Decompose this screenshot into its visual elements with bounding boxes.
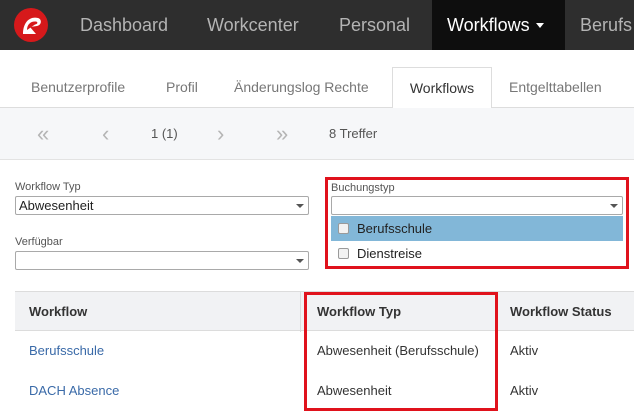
prev-page-icon[interactable]: ‹ [102,108,109,160]
header-workflow-status[interactable]: Workflow Status [510,292,612,332]
next-page-icon[interactable]: › [217,108,224,160]
tab-benutzerprofile[interactable]: Benutzerprofile [31,67,125,108]
dropdown-arrow-icon [296,259,304,263]
first-page-icon[interactable]: « [37,108,49,160]
nav-berufs[interactable]: Berufs [580,0,632,50]
highlight-box-workflow-typ [304,292,498,411]
nav-dashboard[interactable]: Dashboard [80,0,168,50]
top-navbar: Dashboard Workcenter Personal Workflows … [0,0,634,50]
verfuegbar-select[interactable] [15,251,309,270]
page-indicator: 1 (1) [151,126,178,141]
column-divider [300,292,301,332]
workflow-status-cell: Aktiv [510,383,539,398]
page: Dashboard Workcenter Personal Workflows … [0,0,634,411]
workflow-typ-value: Abwesenheit [19,198,94,213]
workflow-typ-select[interactable]: Abwesenheit [15,196,309,215]
hit-count: 8 Treffer [329,126,378,141]
highlight-box-buchungstyp [325,177,629,269]
nav-workflows[interactable]: Workflows [432,0,565,50]
nav-workcenter[interactable]: Workcenter [207,0,299,50]
nav-personal[interactable]: Personal [339,0,410,50]
tab-bar: Benutzerprofile Profil Änderungslog Rech… [0,67,634,109]
tab-profil[interactable]: Profil [166,67,198,108]
tab-aenderungslog-rechte[interactable]: Änderungslog Rechte [234,67,369,108]
tab-entgelttabellen[interactable]: Entgelttabellen [509,67,602,108]
workflow-typ-label: Workflow Typ [15,181,81,193]
dropdown-arrow-icon [296,204,304,208]
workflow-status-cell: Aktiv [510,343,539,358]
workflow-link[interactable]: DACH Absence [29,371,119,411]
workflow-link[interactable]: Berufsschule [29,331,104,371]
verfuegbar-label: Verfügbar [15,236,63,248]
header-workflow[interactable]: Workflow [29,292,87,332]
caret-down-icon [535,22,544,28]
last-page-icon[interactable]: » [276,108,288,160]
tab-workflows[interactable]: Workflows [392,67,492,109]
company-logo[interactable] [14,8,48,42]
pager-bar: « ‹ 1 (1) › » 8 Treffer [0,108,634,160]
nav-workflows-label: Workflows [447,15,530,35]
